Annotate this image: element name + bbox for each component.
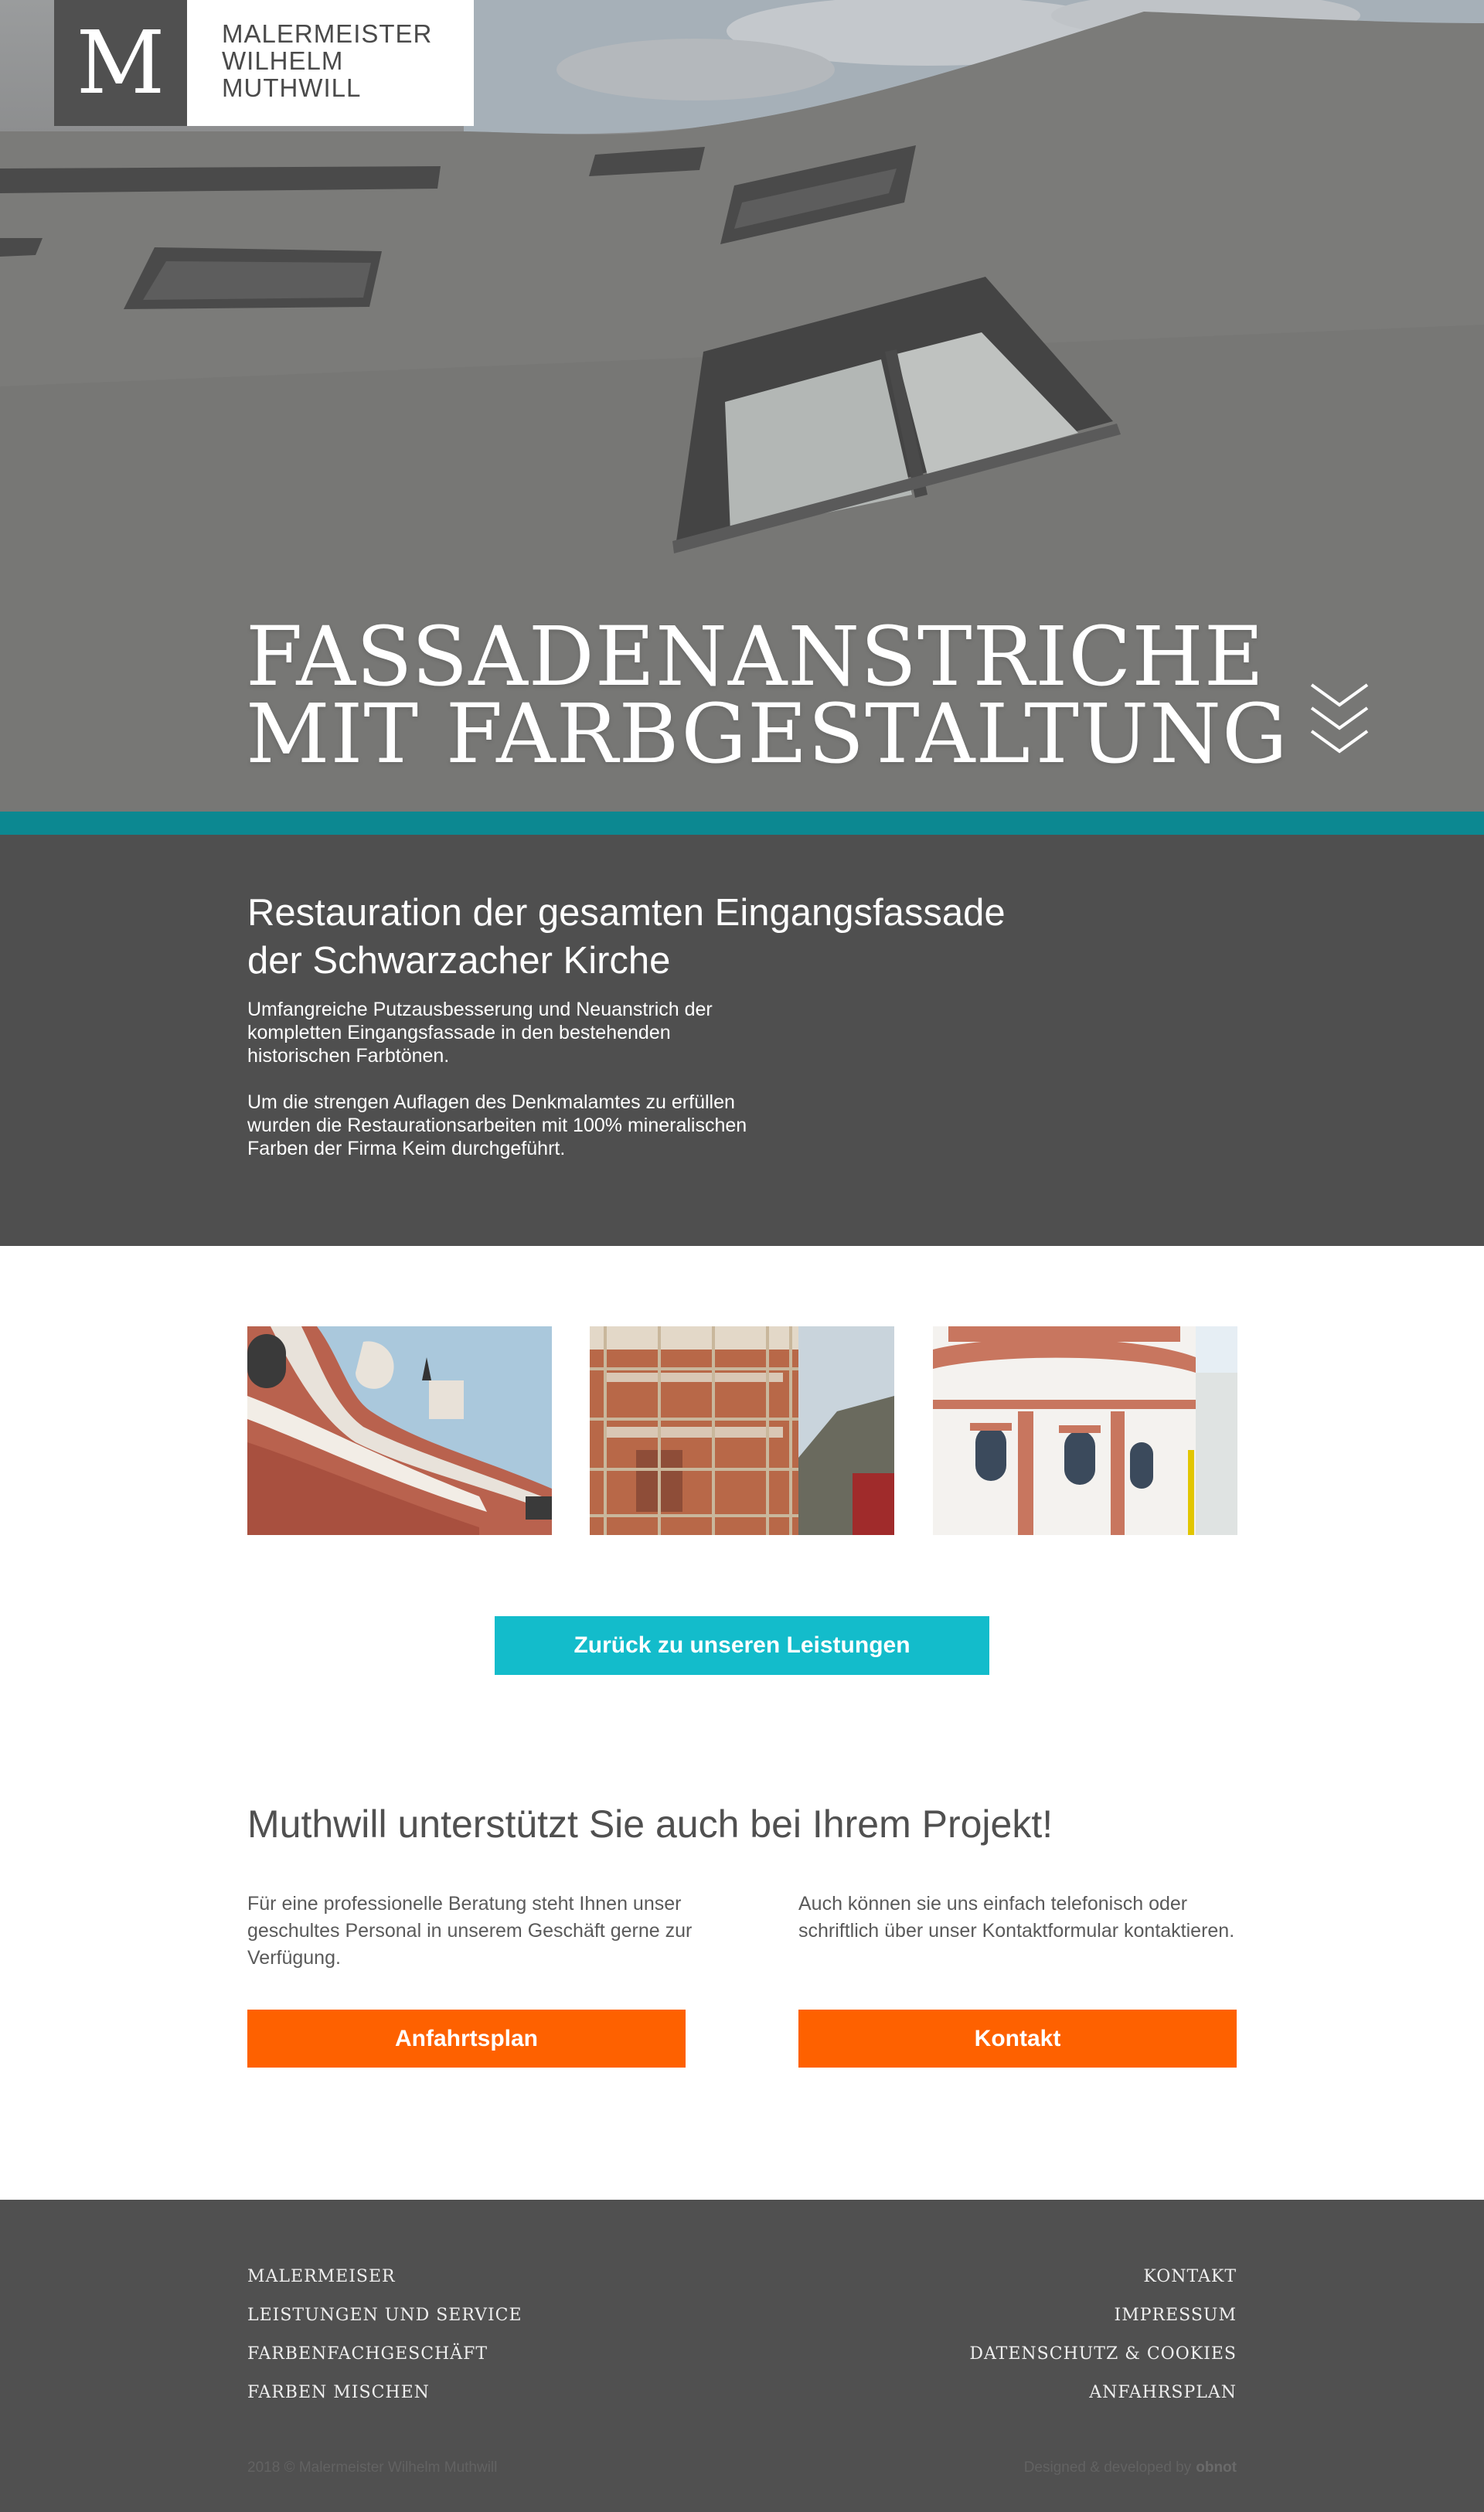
project-heading: Restauration der gesamten Eingangsfassad…: [247, 889, 1175, 985]
footer-link-imprint[interactable]: IMPRESSUM: [1115, 2304, 1237, 2327]
copyright-notice: 2018 © Malermeister Wilhelm Muthwill: [247, 2459, 498, 2476]
footer-link-privacy[interactable]: DATENSCHUTZ & COOKIES: [969, 2343, 1237, 2366]
project-intro: Restauration der gesamten Eingangsfassad…: [0, 835, 1484, 1246]
logo-line-1: MALERMEISTER: [222, 19, 433, 48]
project-heading-line-1: Restauration der gesamten Eingangsfassad…: [247, 892, 1006, 934]
footer-link-malermeister[interactable]: MALERMEISER: [247, 2265, 396, 2289]
footer-link-paint-shop[interactable]: FARBENFACHGESCHÄFT: [247, 2343, 488, 2366]
footer-link-directions[interactable]: ANFAHRSPLAN: [1089, 2381, 1237, 2405]
cta-title: Muthwill unterstützt Sie auch bei Ihrem …: [247, 1802, 1053, 1846]
credit-text: Designed & developed by: [1023, 2459, 1192, 2476]
project-description-2: Um die strengen Auflagen des Denkmalamte…: [247, 1091, 747, 1159]
footer-link-color-mixing[interactable]: FARBEN MISCHEN: [247, 2381, 430, 2405]
logo-mark: M: [54, 0, 187, 126]
accent-strip: [0, 812, 1484, 835]
back-to-services-button[interactable]: Zurück zu unseren Leistungen: [495, 1616, 989, 1675]
hero-title: FASSADENANSTRICHE MIT FARBGESTALTUNG: [246, 609, 1288, 781]
footer-link-contact[interactable]: KONTAKT: [1143, 2265, 1237, 2289]
logo-line-3: MUTHWILL: [222, 73, 362, 102]
directions-button[interactable]: Anfahrtsplan: [247, 2010, 686, 2068]
hero-title-line-2: MIT FARBGESTALTUNG: [246, 686, 1288, 781]
developer-credit: Designed & developed by obnot: [1024, 2459, 1237, 2476]
logo-line-2: WILHELM: [222, 46, 344, 75]
cta-consultation-text: Für eine professionelle Beratung steht I…: [247, 1893, 693, 1969]
project-description-1: Umfangreiche Putzausbesserung und Neuans…: [247, 999, 713, 1067]
cta-contact-text: Auch können sie uns einfach telefonisch …: [798, 1893, 1235, 1942]
gallery-image-church-entrance[interactable]: [933, 1326, 1237, 1535]
hero-title-line-1: FASSADENANSTRICHE: [246, 609, 1265, 704]
credit-brand-link[interactable]: obnot: [1196, 2459, 1237, 2476]
project-heading-line-2: der Schwarzacher Kirche: [247, 940, 671, 982]
footer-link-services[interactable]: LEISTUNGEN UND SERVICE: [247, 2304, 522, 2327]
gallery-image-facade-detail[interactable]: [247, 1326, 552, 1535]
contact-button[interactable]: Kontakt: [798, 2010, 1237, 2068]
double-chevron-down-icon[interactable]: [1309, 682, 1370, 767]
hero-banner: M MALERMEISTER WILHELM MUTHWILL FASSADEN…: [0, 0, 1484, 812]
site-footer: MALERMEISER LEISTUNGEN UND SERVICE FARBE…: [0, 2200, 1484, 2512]
gallery-image-scaffolding[interactable]: [590, 1326, 894, 1535]
site-logo[interactable]: M MALERMEISTER WILHELM MUTHWILL: [54, 0, 474, 126]
logo-wordmark: MALERMEISTER WILHELM MUTHWILL: [187, 0, 432, 126]
